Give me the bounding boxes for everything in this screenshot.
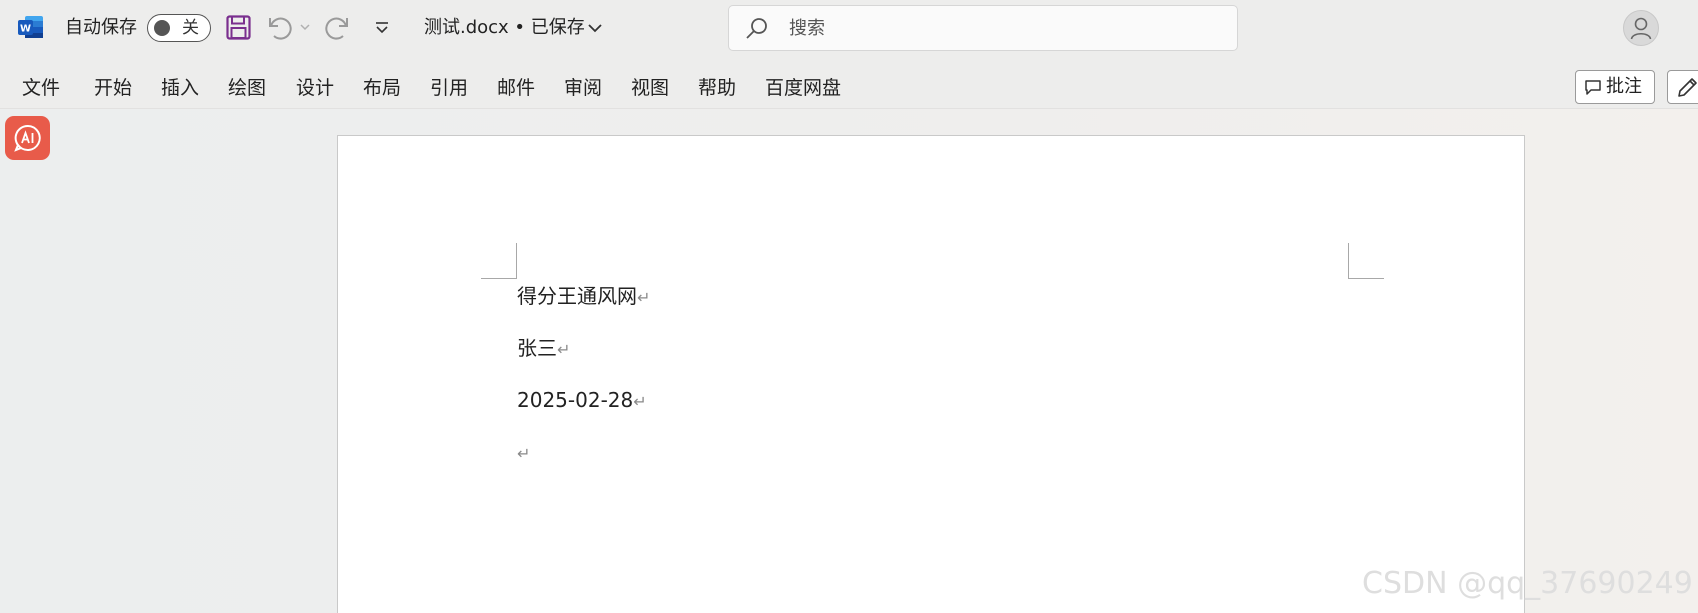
tab-references[interactable]: 引用 bbox=[430, 76, 468, 100]
svg-text:W: W bbox=[20, 24, 31, 35]
paragraph-mark: ↵ bbox=[517, 444, 531, 463]
tab-help[interactable]: 帮助 bbox=[698, 76, 736, 100]
paragraph-mark: ↵ bbox=[557, 340, 571, 359]
paragraph-mark: ↵ bbox=[633, 392, 647, 411]
comment-label: 批注 bbox=[1606, 76, 1642, 97]
chevron-down-icon[interactable] bbox=[587, 22, 603, 34]
tab-mailings[interactable]: 邮件 bbox=[497, 76, 535, 100]
word-logo-icon[interactable]: W bbox=[18, 15, 44, 39]
autosave-toggle[interactable]: 关 bbox=[147, 14, 211, 42]
ai-assistant-icon bbox=[14, 124, 41, 152]
tab-baidu-netdisk[interactable]: 百度网盘 bbox=[765, 76, 841, 100]
avatar-icon bbox=[1630, 17, 1652, 40]
document-paragraph[interactable]: ↵ bbox=[517, 439, 530, 467]
comment-button[interactable]: 批注 bbox=[1575, 70, 1655, 104]
tab-design[interactable]: 设计 bbox=[296, 76, 334, 100]
document-paragraph[interactable]: 张三↵ bbox=[517, 335, 570, 363]
document-title[interactable]: 测试.docx • 已保存 bbox=[424, 16, 585, 40]
margin-corner-top-right bbox=[1348, 243, 1384, 279]
ai-assistant-button[interactable] bbox=[5, 116, 50, 160]
tab-view[interactable]: 视图 bbox=[631, 76, 669, 100]
customize-qat-icon[interactable] bbox=[374, 20, 390, 36]
autosave-label: 自动保存 bbox=[65, 17, 137, 38]
autosave-state: 关 bbox=[182, 18, 199, 38]
toggle-knob bbox=[154, 20, 170, 36]
pencil-icon bbox=[1678, 78, 1697, 97]
tab-layout[interactable]: 布局 bbox=[363, 76, 401, 100]
paragraph-text: 2025-02-28 bbox=[517, 388, 634, 412]
editing-button[interactable] bbox=[1667, 70, 1698, 104]
tab-draw[interactable]: 绘图 bbox=[228, 76, 266, 100]
undo-icon[interactable] bbox=[266, 14, 294, 42]
undo-dropdown-icon[interactable] bbox=[299, 22, 311, 32]
paragraph-mark: ↵ bbox=[637, 288, 651, 307]
paragraph-text: 得分王通风网 bbox=[517, 284, 637, 308]
search-box[interactable] bbox=[728, 5, 1238, 51]
watermark-text: CSDN @qq_37690249 bbox=[1362, 566, 1693, 601]
search-icon bbox=[746, 18, 767, 39]
search-input[interactable] bbox=[789, 16, 1209, 40]
margin-corner-top-left bbox=[481, 243, 517, 279]
tab-insert[interactable]: 插入 bbox=[161, 76, 199, 100]
paragraph-text: 张三 bbox=[517, 336, 557, 360]
document-page[interactable]: 得分王通风网↵ 张三↵ 2025-02-28↵ ↵ bbox=[337, 135, 1525, 613]
tab-file[interactable]: 文件 bbox=[22, 76, 60, 100]
tab-review[interactable]: 审阅 bbox=[564, 76, 602, 100]
document-paragraph[interactable]: 得分王通风网↵ bbox=[517, 283, 650, 311]
save-icon[interactable] bbox=[226, 15, 251, 40]
comment-icon bbox=[1585, 80, 1601, 95]
document-paragraph[interactable]: 2025-02-28↵ bbox=[517, 387, 647, 415]
tab-home[interactable]: 开始 bbox=[94, 76, 132, 100]
avatar[interactable] bbox=[1623, 10, 1659, 46]
redo-icon[interactable] bbox=[323, 14, 351, 42]
